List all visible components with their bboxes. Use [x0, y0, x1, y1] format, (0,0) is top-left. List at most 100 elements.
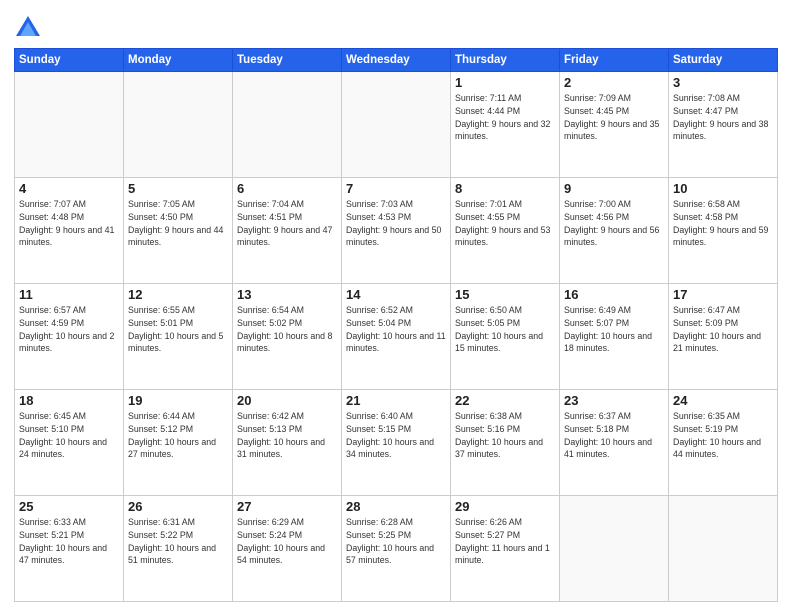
day-number: 12: [128, 287, 228, 302]
day-info: Sunrise: 6:45 AMSunset: 5:10 PMDaylight:…: [19, 410, 119, 461]
page: SundayMondayTuesdayWednesdayThursdayFrid…: [0, 0, 792, 612]
calendar-cell: 12 Sunrise: 6:55 AMSunset: 5:01 PMDayligh…: [124, 284, 233, 390]
calendar-cell: 3Sunrise: 7:08 AMSunset: 4:47 PMDaylight…: [669, 72, 778, 178]
header: [14, 10, 778, 42]
calendar-cell: [560, 496, 669, 602]
day-number: 18: [19, 393, 119, 408]
day-number: 17: [673, 287, 773, 302]
day-number: 15: [455, 287, 555, 302]
day-number: 5: [128, 181, 228, 196]
day-info: Sunrise: 6:58 AMSunset: 4:58 PMDaylight:…: [673, 198, 773, 249]
calendar-cell: 14Sunrise: 6:52 AMSunset: 5:04 PMDayligh…: [342, 284, 451, 390]
day-info: Sunrise: 6:50 AMSunset: 5:05 PMDaylight:…: [455, 304, 555, 355]
day-header-saturday: Saturday: [669, 49, 778, 72]
calendar-cell: 2Sunrise: 7:09 AMSunset: 4:45 PMDaylight…: [560, 72, 669, 178]
calendar-cell: 7 Sunrise: 7:03 AMSunset: 4:53 PMDaylight…: [342, 178, 451, 284]
day-header-sunday: Sunday: [15, 49, 124, 72]
calendar-week-0: 1 Sunrise: 7:11 AMSunset: 4:44 PMDaylight…: [15, 72, 778, 178]
day-number: 4: [19, 181, 119, 196]
calendar-cell: 17 Sunrise: 6:47 AMSunset: 5:09 PMDayligh…: [669, 284, 778, 390]
calendar-cell: 28 Sunrise: 6:28 AMSunset: 5:25 PMDayligh…: [342, 496, 451, 602]
day-number: 10: [673, 181, 773, 196]
calendar-cell: 27 Sunrise: 6:29 AMSunset: 5:24 PMDayligh…: [233, 496, 342, 602]
day-number: 1: [455, 75, 555, 90]
calendar-cell: 23 Sunrise: 6:37 AMSunset: 5:18 PMDayligh…: [560, 390, 669, 496]
day-info: Sunrise: 6:35 AMSunset: 5:19 PMDaylight:…: [673, 410, 773, 461]
day-number: 29: [455, 499, 555, 514]
day-number: 11: [19, 287, 119, 302]
day-header-thursday: Thursday: [451, 49, 560, 72]
day-number: 9: [564, 181, 664, 196]
day-number: 3: [673, 75, 773, 90]
calendar-cell: 20 Sunrise: 6:42 AMSunset: 5:13 PMDayligh…: [233, 390, 342, 496]
day-number: 28: [346, 499, 446, 514]
calendar-cell: 4 Sunrise: 7:07 AMSunset: 4:48 PMDaylight…: [15, 178, 124, 284]
calendar-cell: 21 Sunrise: 6:40 AMSunset: 5:15 PMDayligh…: [342, 390, 451, 496]
day-info: Sunrise: 6:57 AMSunset: 4:59 PMDaylight:…: [19, 304, 119, 355]
calendar-cell: 25 Sunrise: 6:33 AMSunset: 5:21 PMDayligh…: [15, 496, 124, 602]
day-number: 22: [455, 393, 555, 408]
calendar-cell: 10 Sunrise: 6:58 AMSunset: 4:58 PMDayligh…: [669, 178, 778, 284]
day-info: Sunrise: 7:00 AMSunset: 4:56 PMDaylight:…: [564, 198, 664, 249]
calendar-cell: [342, 72, 451, 178]
calendar-cell: 24 Sunrise: 6:35 AMSunset: 5:19 PMDayligh…: [669, 390, 778, 496]
day-info: Sunrise: 6:47 AMSunset: 5:09 PMDaylight:…: [673, 304, 773, 355]
day-number: 25: [19, 499, 119, 514]
calendar-cell: 19 Sunrise: 6:44 AMSunset: 5:12 PMDayligh…: [124, 390, 233, 496]
day-info: Sunrise: 6:42 AMSunset: 5:13 PMDaylight:…: [237, 410, 337, 461]
day-info: Sunrise: 6:55 AMSunset: 5:01 PMDaylight:…: [128, 304, 228, 355]
day-info: Sunrise: 6:40 AMSunset: 5:15 PMDaylight:…: [346, 410, 446, 461]
day-number: 21: [346, 393, 446, 408]
calendar-week-2: 11 Sunrise: 6:57 AMSunset: 4:59 PMDayligh…: [15, 284, 778, 390]
day-info: Sunrise: 6:49 AMSunset: 5:07 PMDaylight:…: [564, 304, 664, 355]
calendar-week-1: 4 Sunrise: 7:07 AMSunset: 4:48 PMDaylight…: [15, 178, 778, 284]
calendar-cell: [15, 72, 124, 178]
day-info: Sunrise: 6:26 AMSunset: 5:27 PMDaylight:…: [455, 516, 555, 567]
day-info: Sunrise: 6:38 AMSunset: 5:16 PMDaylight:…: [455, 410, 555, 461]
day-info: Sunrise: 6:52 AMSunset: 5:04 PMDaylight:…: [346, 304, 446, 355]
calendar-week-3: 18 Sunrise: 6:45 AMSunset: 5:10 PMDayligh…: [15, 390, 778, 496]
calendar-header-row: SundayMondayTuesdayWednesdayThursdayFrid…: [15, 49, 778, 72]
day-number: 20: [237, 393, 337, 408]
day-number: 24: [673, 393, 773, 408]
day-number: 13: [237, 287, 337, 302]
calendar-cell: 18 Sunrise: 6:45 AMSunset: 5:10 PMDayligh…: [15, 390, 124, 496]
day-info: Sunrise: 7:01 AMSunset: 4:55 PMDaylight:…: [455, 198, 555, 249]
calendar-cell: 16 Sunrise: 6:49 AMSunset: 5:07 PMDayligh…: [560, 284, 669, 390]
calendar: SundayMondayTuesdayWednesdayThursdayFrid…: [14, 48, 778, 602]
day-info: Sunrise: 7:03 AMSunset: 4:53 PMDaylight:…: [346, 198, 446, 249]
day-number: 23: [564, 393, 664, 408]
day-number: 26: [128, 499, 228, 514]
calendar-cell: [124, 72, 233, 178]
day-info: Sunrise: 7:11 AMSunset: 4:44 PMDaylight:…: [455, 92, 555, 143]
calendar-cell: 11 Sunrise: 6:57 AMSunset: 4:59 PMDayligh…: [15, 284, 124, 390]
day-header-wednesday: Wednesday: [342, 49, 451, 72]
day-info: Sunrise: 6:29 AMSunset: 5:24 PMDaylight:…: [237, 516, 337, 567]
logo-icon: [14, 14, 42, 42]
day-info: Sunrise: 6:33 AMSunset: 5:21 PMDaylight:…: [19, 516, 119, 567]
day-number: 27: [237, 499, 337, 514]
calendar-week-4: 25 Sunrise: 6:33 AMSunset: 5:21 PMDayligh…: [15, 496, 778, 602]
calendar-cell: 6Sunrise: 7:04 AMSunset: 4:51 PMDaylight…: [233, 178, 342, 284]
day-number: 7: [346, 181, 446, 196]
day-info: Sunrise: 6:54 AMSunset: 5:02 PMDaylight:…: [237, 304, 337, 355]
day-number: 2: [564, 75, 664, 90]
day-info: Sunrise: 6:31 AMSunset: 5:22 PMDaylight:…: [128, 516, 228, 567]
calendar-cell: 15 Sunrise: 6:50 AMSunset: 5:05 PMDayligh…: [451, 284, 560, 390]
day-number: 6: [237, 181, 337, 196]
calendar-cell: 29 Sunrise: 6:26 AMSunset: 5:27 PMDayligh…: [451, 496, 560, 602]
calendar-cell: [669, 496, 778, 602]
day-info: Sunrise: 7:07 AMSunset: 4:48 PMDaylight:…: [19, 198, 119, 249]
day-number: 19: [128, 393, 228, 408]
calendar-cell: [233, 72, 342, 178]
calendar-cell: 9 Sunrise: 7:00 AMSunset: 4:56 PMDaylight…: [560, 178, 669, 284]
day-info: Sunrise: 6:44 AMSunset: 5:12 PMDaylight:…: [128, 410, 228, 461]
calendar-cell: 1 Sunrise: 7:11 AMSunset: 4:44 PMDaylight…: [451, 72, 560, 178]
calendar-cell: 5 Sunrise: 7:05 AMSunset: 4:50 PMDaylight…: [124, 178, 233, 284]
day-info: Sunrise: 6:37 AMSunset: 5:18 PMDaylight:…: [564, 410, 664, 461]
day-info: Sunrise: 6:28 AMSunset: 5:25 PMDaylight:…: [346, 516, 446, 567]
day-info: Sunrise: 7:05 AMSunset: 4:50 PMDaylight:…: [128, 198, 228, 249]
day-number: 16: [564, 287, 664, 302]
calendar-cell: 22 Sunrise: 6:38 AMSunset: 5:16 PMDayligh…: [451, 390, 560, 496]
logo: [14, 14, 46, 42]
